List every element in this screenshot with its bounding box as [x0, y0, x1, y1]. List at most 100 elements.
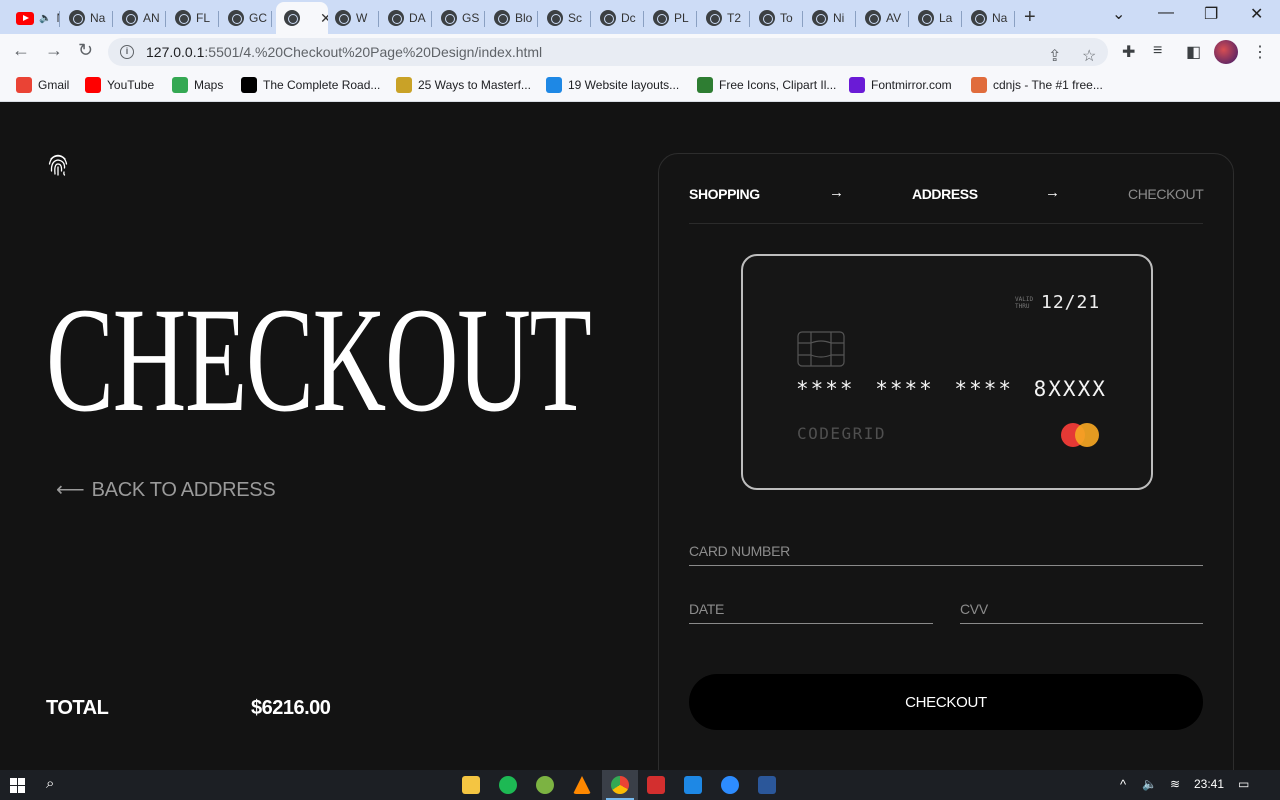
extensions-icon[interactable]: ✚: [1122, 42, 1135, 62]
bookmark-item[interactable]: The Complete Road...: [241, 77, 380, 93]
checkout-button[interactable]: CHECKOUT: [689, 674, 1203, 730]
bookmark-item[interactable]: Maps: [172, 77, 223, 93]
browser-tab[interactable]: PL: [645, 4, 697, 32]
spotify-icon[interactable]: [499, 776, 517, 794]
chrome-icon[interactable]: [611, 776, 629, 794]
browser-tab[interactable]: W: [327, 4, 379, 32]
minimize-button[interactable]: —: [1158, 4, 1174, 22]
bookmark-favicon-icon: [396, 77, 412, 93]
globe-icon: [284, 10, 300, 26]
globe-icon: [494, 10, 510, 26]
bookmark-favicon-icon: [85, 77, 101, 93]
step-shopping[interactable]: SHOPPING: [689, 186, 760, 202]
card-number-display: **** **** **** 8XXXX: [796, 377, 1107, 401]
back-icon[interactable]: ←: [12, 40, 30, 61]
browser-tab[interactable]: Blo: [486, 4, 538, 32]
wifi-icon[interactable]: ≋: [1170, 777, 1180, 791]
browser-tab[interactable]: Sc: [539, 4, 591, 32]
bookmark-item[interactable]: 19 Website layouts...: [546, 77, 679, 93]
chevron-up-icon[interactable]: ^: [1120, 777, 1126, 792]
bookmarks-bar: Gmail YouTube Maps The Complete Road... 25 W…: [0, 70, 1280, 102]
browser-tab[interactable]: GC: [220, 4, 272, 32]
windows-start-icon[interactable]: [10, 778, 25, 793]
browser-tab[interactable]: Ni: [804, 4, 856, 32]
fingerprint-icon[interactable]: [47, 153, 69, 177]
browser-tab-active[interactable]: ✕: [276, 2, 328, 34]
restore-button[interactable]: ❐: [1204, 4, 1218, 24]
tab-label: FL: [196, 11, 211, 25]
tab-separator: [271, 11, 272, 27]
tab-search-icon[interactable]: ⌄: [1112, 4, 1125, 24]
clock-time[interactable]: 23:41: [1194, 777, 1224, 791]
browser-tab[interactable]: Na: [963, 4, 1015, 32]
globe-icon: [918, 10, 934, 26]
card-number-field-wrapper: [689, 532, 1203, 566]
tab-separator: [643, 11, 644, 27]
new-tab-button[interactable]: +: [1024, 6, 1036, 29]
tab-audio-icon[interactable]: 🔈: [39, 13, 51, 24]
browser-tab[interactable]: FL: [167, 4, 219, 32]
browser-tab[interactable]: GS: [433, 4, 485, 32]
browser-tab[interactable]: Dc: [592, 4, 644, 32]
bookmark-item[interactable]: 25 Ways to Masterf...: [396, 77, 531, 93]
bookmark-item[interactable]: Free Icons, Clipart Il...: [697, 77, 836, 93]
search-icon[interactable]: ⌕: [46, 775, 54, 792]
tab-separator: [165, 11, 166, 27]
site-info-icon[interactable]: i: [120, 45, 134, 59]
cvv-input[interactable]: [960, 590, 1203, 623]
bookmark-star-icon[interactable]: ☆: [1082, 46, 1096, 66]
browser-tab[interactable]: AV: [857, 4, 909, 32]
arrow-right-icon: →: [829, 184, 844, 201]
tab-separator: [484, 11, 485, 27]
browser-tab[interactable]: 🔈Na: [8, 4, 60, 32]
zoom-icon[interactable]: [721, 776, 739, 794]
bookmark-item[interactable]: cdnjs - The #1 free...: [971, 77, 1103, 93]
share-icon[interactable]: ⇪: [1048, 46, 1061, 66]
step-address[interactable]: ADDRESS: [912, 186, 978, 202]
browser-tab[interactable]: To: [751, 4, 803, 32]
vlc-icon[interactable]: [573, 776, 591, 794]
profile-avatar[interactable]: [1214, 40, 1238, 64]
vscode-icon[interactable]: [684, 776, 702, 794]
tab-label: Na: [992, 11, 1008, 25]
globe-icon: [865, 10, 881, 26]
address-bar[interactable]: i 127.0.0.1:5501/4.%20Checkout%20Page%20…: [108, 38, 1108, 66]
browser-tab-strip: 🔈Na Na AN FL GC ✕ W DA GS Blo Sc Dc PL T2 To Ni AV La Na +…: [0, 0, 1280, 34]
volume-icon[interactable]: 🔈: [1142, 777, 1157, 791]
payment-panel: SHOPPING → ADDRESS → CHECKOUT VALID THRU…: [658, 153, 1234, 770]
browser-tab[interactable]: DA: [380, 4, 432, 32]
back-to-address-link[interactable]: ⟵ BACK TO ADDRESS: [56, 477, 276, 502]
tab-separator: [378, 11, 379, 27]
reload-icon[interactable]: ↻: [78, 40, 93, 61]
bookmark-item[interactable]: Gmail: [16, 77, 69, 93]
bookmark-item[interactable]: YouTube: [85, 77, 154, 93]
globe-icon: [812, 10, 828, 26]
card-number-input[interactable]: [689, 532, 1203, 565]
step-checkout[interactable]: CHECKOUT: [1128, 186, 1204, 202]
media-control-icon[interactable]: ≡: [1153, 42, 1162, 60]
menu-kebab-icon[interactable]: ⋮: [1252, 42, 1268, 62]
forward-icon[interactable]: →: [45, 40, 63, 61]
url-text: 127.0.0.1:5501/4.%20Checkout%20Page%20De…: [146, 44, 543, 60]
globe-icon: [600, 10, 616, 26]
browser-tab[interactable]: La: [910, 4, 962, 32]
tab-separator: [696, 11, 697, 27]
browser-tab[interactable]: Na: [61, 4, 113, 32]
date-input[interactable]: [689, 590, 933, 623]
browser-tab[interactable]: T2: [698, 4, 750, 32]
tab-separator: [218, 11, 219, 27]
word-icon[interactable]: [758, 776, 776, 794]
browser-toolbar: ← → ↻ i 127.0.0.1:5501/4.%20Checkout%20P…: [0, 34, 1280, 70]
bookmark-label: 25 Ways to Masterf...: [418, 78, 531, 92]
bookmark-item[interactable]: Fontmirror.com: [849, 77, 952, 93]
close-window-button[interactable]: ✕: [1250, 4, 1263, 24]
page-title: CHECKOUT: [46, 277, 592, 443]
browser-tab[interactable]: AN: [114, 4, 166, 32]
globe-icon: [228, 10, 244, 26]
file-explorer-icon[interactable]: [462, 776, 480, 794]
utorrent-icon[interactable]: [536, 776, 554, 794]
bookmark-favicon-icon: [546, 77, 562, 93]
side-panel-icon[interactable]: ◧: [1186, 42, 1201, 62]
notification-icon[interactable]: ▭: [1238, 777, 1249, 791]
acrobat-icon[interactable]: [647, 776, 665, 794]
